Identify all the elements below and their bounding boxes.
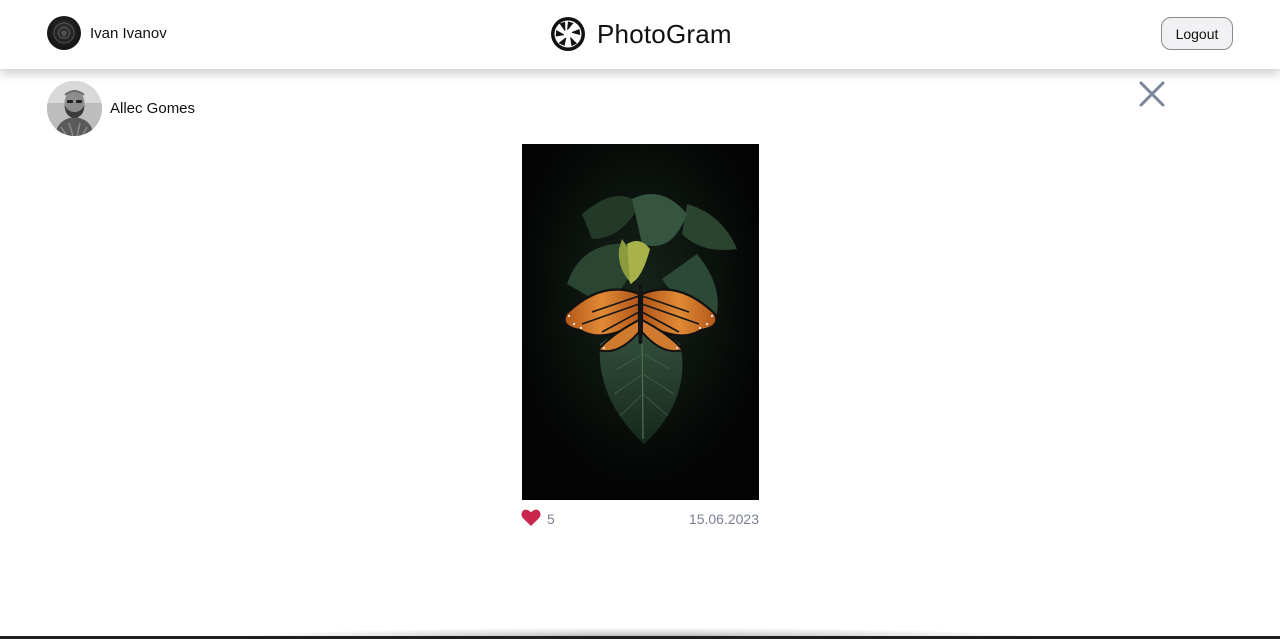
like-count: 5: [547, 511, 555, 527]
logout-button[interactable]: Logout: [1161, 17, 1233, 50]
current-user-name: Ivan Ivanov: [90, 24, 167, 42]
brand[interactable]: PhotoGram: [550, 16, 732, 52]
current-user[interactable]: Ivan Ivanov: [47, 16, 167, 50]
post-date: 15.06.2023: [688, 511, 759, 527]
author-avatar[interactable]: [47, 81, 102, 136]
author-name: Allec Gomes: [110, 100, 196, 117]
app-header: Ivan Ivanov PhotoGram Logout: [0, 0, 1280, 69]
lion-emblem-icon: [53, 22, 75, 44]
heart-icon[interactable]: [521, 508, 541, 527]
camera-aperture-icon: [551, 17, 585, 51]
author-photo: [47, 81, 102, 136]
butterfly-on-leaf-photo: [522, 144, 759, 500]
brand-name: PhotoGram: [597, 18, 732, 49]
close-icon[interactable]: [1139, 81, 1165, 107]
current-user-avatar[interactable]: [47, 16, 81, 50]
post-meta: 5 15.06.2023: [521, 507, 759, 529]
post-author[interactable]: Allec Gomes: [47, 81, 195, 136]
post-photo[interactable]: [522, 144, 759, 500]
